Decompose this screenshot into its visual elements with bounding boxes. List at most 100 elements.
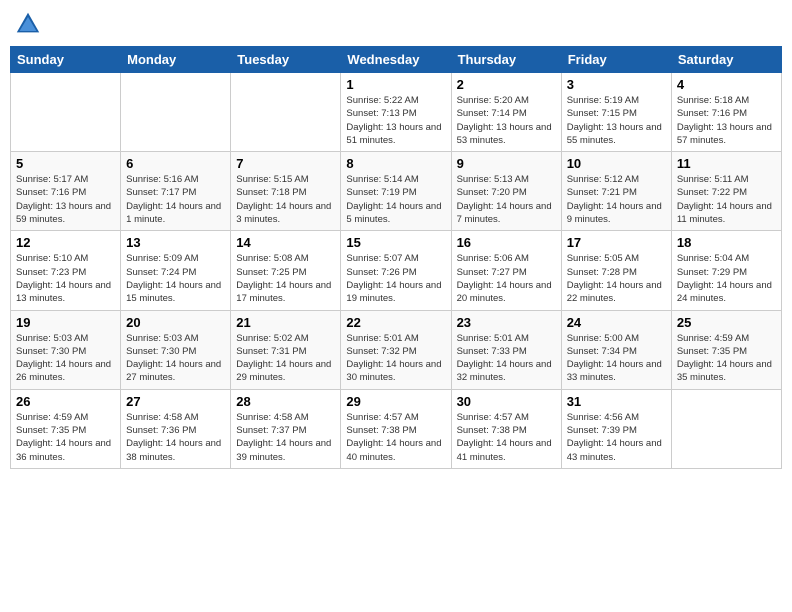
- calendar-day-cell: [671, 389, 781, 468]
- day-number: 8: [346, 156, 445, 171]
- calendar-day-cell: 26 Sunrise: 4:59 AM Sunset: 7:35 PM Dayli…: [11, 389, 121, 468]
- day-number: 14: [236, 235, 335, 250]
- day-number: 7: [236, 156, 335, 171]
- calendar-day-cell: 7 Sunrise: 5:15 AM Sunset: 7:18 PM Daylig…: [231, 152, 341, 231]
- day-number: 24: [567, 315, 666, 330]
- day-info: Sunrise: 5:04 AM Sunset: 7:29 PM Dayligh…: [677, 252, 776, 305]
- day-number: 9: [457, 156, 556, 171]
- calendar: SundayMondayTuesdayWednesdayThursdayFrid…: [10, 46, 782, 469]
- day-number: 4: [677, 77, 776, 92]
- day-number: 10: [567, 156, 666, 171]
- day-info: Sunrise: 5:15 AM Sunset: 7:18 PM Dayligh…: [236, 173, 335, 226]
- day-info: Sunrise: 4:58 AM Sunset: 7:36 PM Dayligh…: [126, 411, 225, 464]
- day-number: 12: [16, 235, 115, 250]
- day-number: 6: [126, 156, 225, 171]
- day-number: 30: [457, 394, 556, 409]
- calendar-day-cell: 9Sunrise: 5:13 AM Sunset: 7:20 PM Daylig…: [451, 152, 561, 231]
- calendar-day-cell: 8 Sunrise: 5:14 AM Sunset: 7:19 PM Daylig…: [341, 152, 451, 231]
- calendar-day-cell: 4 Sunrise: 5:18 AM Sunset: 7:16 PM Daylig…: [671, 73, 781, 152]
- day-info: Sunrise: 5:20 AM Sunset: 7:14 PM Dayligh…: [457, 94, 556, 147]
- day-number: 15: [346, 235, 445, 250]
- page-header: [10, 10, 782, 38]
- calendar-day-cell: 13 Sunrise: 5:09 AM Sunset: 7:24 PM Dayli…: [121, 231, 231, 310]
- day-number: 28: [236, 394, 335, 409]
- calendar-day-cell: 25 Sunrise: 4:59 AM Sunset: 7:35 PM Dayli…: [671, 310, 781, 389]
- weekday-header: Monday: [121, 47, 231, 73]
- day-info: Sunrise: 5:16 AM Sunset: 7:17 PM Dayligh…: [126, 173, 225, 226]
- day-number: 1: [346, 77, 445, 92]
- day-info: Sunrise: 5:08 AM Sunset: 7:25 PM Dayligh…: [236, 252, 335, 305]
- day-info: Sunrise: 5:10 AM Sunset: 7:23 PM Dayligh…: [16, 252, 115, 305]
- day-number: 2: [457, 77, 556, 92]
- calendar-week-row: 19 Sunrise: 5:03 AM Sunset: 7:30 PM Dayli…: [11, 310, 782, 389]
- day-info: Sunrise: 5:05 AM Sunset: 7:28 PM Dayligh…: [567, 252, 666, 305]
- calendar-day-cell: 19 Sunrise: 5:03 AM Sunset: 7:30 PM Dayli…: [11, 310, 121, 389]
- weekday-header: Friday: [561, 47, 671, 73]
- calendar-week-row: 12 Sunrise: 5:10 AM Sunset: 7:23 PM Dayli…: [11, 231, 782, 310]
- calendar-day-cell: 31 Sunrise: 4:56 AM Sunset: 7:39 PM Dayli…: [561, 389, 671, 468]
- calendar-day-cell: 17 Sunrise: 5:05 AM Sunset: 7:28 PM Dayli…: [561, 231, 671, 310]
- day-info: Sunrise: 5:01 AM Sunset: 7:33 PM Dayligh…: [457, 332, 556, 385]
- weekday-header: Saturday: [671, 47, 781, 73]
- day-info: Sunrise: 4:59 AM Sunset: 7:35 PM Dayligh…: [16, 411, 115, 464]
- day-info: Sunrise: 5:22 AM Sunset: 7:13 PM Dayligh…: [346, 94, 445, 147]
- calendar-day-cell: 20Sunrise: 5:03 AM Sunset: 7:30 PM Dayli…: [121, 310, 231, 389]
- day-number: 25: [677, 315, 776, 330]
- day-info: Sunrise: 5:00 AM Sunset: 7:34 PM Dayligh…: [567, 332, 666, 385]
- calendar-day-cell: 15 Sunrise: 5:07 AM Sunset: 7:26 PM Dayli…: [341, 231, 451, 310]
- calendar-day-cell: 5Sunrise: 5:17 AM Sunset: 7:16 PM Daylig…: [11, 152, 121, 231]
- day-number: 13: [126, 235, 225, 250]
- day-info: Sunrise: 4:57 AM Sunset: 7:38 PM Dayligh…: [346, 411, 445, 464]
- calendar-day-cell: 29 Sunrise: 4:57 AM Sunset: 7:38 PM Dayli…: [341, 389, 451, 468]
- calendar-day-cell: 18Sunrise: 5:04 AM Sunset: 7:29 PM Dayli…: [671, 231, 781, 310]
- weekday-header: Thursday: [451, 47, 561, 73]
- weekday-header-row: SundayMondayTuesdayWednesdayThursdayFrid…: [11, 47, 782, 73]
- day-info: Sunrise: 5:01 AM Sunset: 7:32 PM Dayligh…: [346, 332, 445, 385]
- day-info: Sunrise: 5:02 AM Sunset: 7:31 PM Dayligh…: [236, 332, 335, 385]
- day-number: 19: [16, 315, 115, 330]
- calendar-week-row: 5Sunrise: 5:17 AM Sunset: 7:16 PM Daylig…: [11, 152, 782, 231]
- day-info: Sunrise: 4:56 AM Sunset: 7:39 PM Dayligh…: [567, 411, 666, 464]
- calendar-day-cell: 21Sunrise: 5:02 AM Sunset: 7:31 PM Dayli…: [231, 310, 341, 389]
- day-info: Sunrise: 5:03 AM Sunset: 7:30 PM Dayligh…: [16, 332, 115, 385]
- day-number: 22: [346, 315, 445, 330]
- day-number: 16: [457, 235, 556, 250]
- day-info: Sunrise: 5:18 AM Sunset: 7:16 PM Dayligh…: [677, 94, 776, 147]
- calendar-day-cell: 1 Sunrise: 5:22 AM Sunset: 7:13 PM Daylig…: [341, 73, 451, 152]
- day-info: Sunrise: 5:14 AM Sunset: 7:19 PM Dayligh…: [346, 173, 445, 226]
- calendar-day-cell: 10 Sunrise: 5:12 AM Sunset: 7:21 PM Dayli…: [561, 152, 671, 231]
- calendar-day-cell: 12 Sunrise: 5:10 AM Sunset: 7:23 PM Dayli…: [11, 231, 121, 310]
- calendar-day-cell: 2 Sunrise: 5:20 AM Sunset: 7:14 PM Daylig…: [451, 73, 561, 152]
- day-number: 5: [16, 156, 115, 171]
- day-number: 27: [126, 394, 225, 409]
- day-info: Sunrise: 5:19 AM Sunset: 7:15 PM Dayligh…: [567, 94, 666, 147]
- weekday-header: Sunday: [11, 47, 121, 73]
- calendar-day-cell: 27 Sunrise: 4:58 AM Sunset: 7:36 PM Dayli…: [121, 389, 231, 468]
- calendar-day-cell: 14 Sunrise: 5:08 AM Sunset: 7:25 PM Dayli…: [231, 231, 341, 310]
- calendar-day-cell: [231, 73, 341, 152]
- calendar-day-cell: 22 Sunrise: 5:01 AM Sunset: 7:32 PM Dayli…: [341, 310, 451, 389]
- calendar-day-cell: 28Sunrise: 4:58 AM Sunset: 7:37 PM Dayli…: [231, 389, 341, 468]
- day-number: 3: [567, 77, 666, 92]
- day-number: 29: [346, 394, 445, 409]
- day-info: Sunrise: 5:07 AM Sunset: 7:26 PM Dayligh…: [346, 252, 445, 305]
- day-info: Sunrise: 5:12 AM Sunset: 7:21 PM Dayligh…: [567, 173, 666, 226]
- day-number: 20: [126, 315, 225, 330]
- calendar-day-cell: 23 Sunrise: 5:01 AM Sunset: 7:33 PM Dayli…: [451, 310, 561, 389]
- logo: [14, 10, 44, 38]
- day-number: 31: [567, 394, 666, 409]
- calendar-day-cell: [11, 73, 121, 152]
- day-info: Sunrise: 5:09 AM Sunset: 7:24 PM Dayligh…: [126, 252, 225, 305]
- day-number: 26: [16, 394, 115, 409]
- calendar-day-cell: 30Sunrise: 4:57 AM Sunset: 7:38 PM Dayli…: [451, 389, 561, 468]
- day-number: 17: [567, 235, 666, 250]
- day-number: 23: [457, 315, 556, 330]
- day-info: Sunrise: 5:06 AM Sunset: 7:27 PM Dayligh…: [457, 252, 556, 305]
- day-info: Sunrise: 5:11 AM Sunset: 7:22 PM Dayligh…: [677, 173, 776, 226]
- calendar-week-row: 26 Sunrise: 4:59 AM Sunset: 7:35 PM Dayli…: [11, 389, 782, 468]
- calendar-day-cell: 3 Sunrise: 5:19 AM Sunset: 7:15 PM Daylig…: [561, 73, 671, 152]
- day-number: 11: [677, 156, 776, 171]
- calendar-day-cell: 6 Sunrise: 5:16 AM Sunset: 7:17 PM Daylig…: [121, 152, 231, 231]
- day-info: Sunrise: 4:59 AM Sunset: 7:35 PM Dayligh…: [677, 332, 776, 385]
- weekday-header: Tuesday: [231, 47, 341, 73]
